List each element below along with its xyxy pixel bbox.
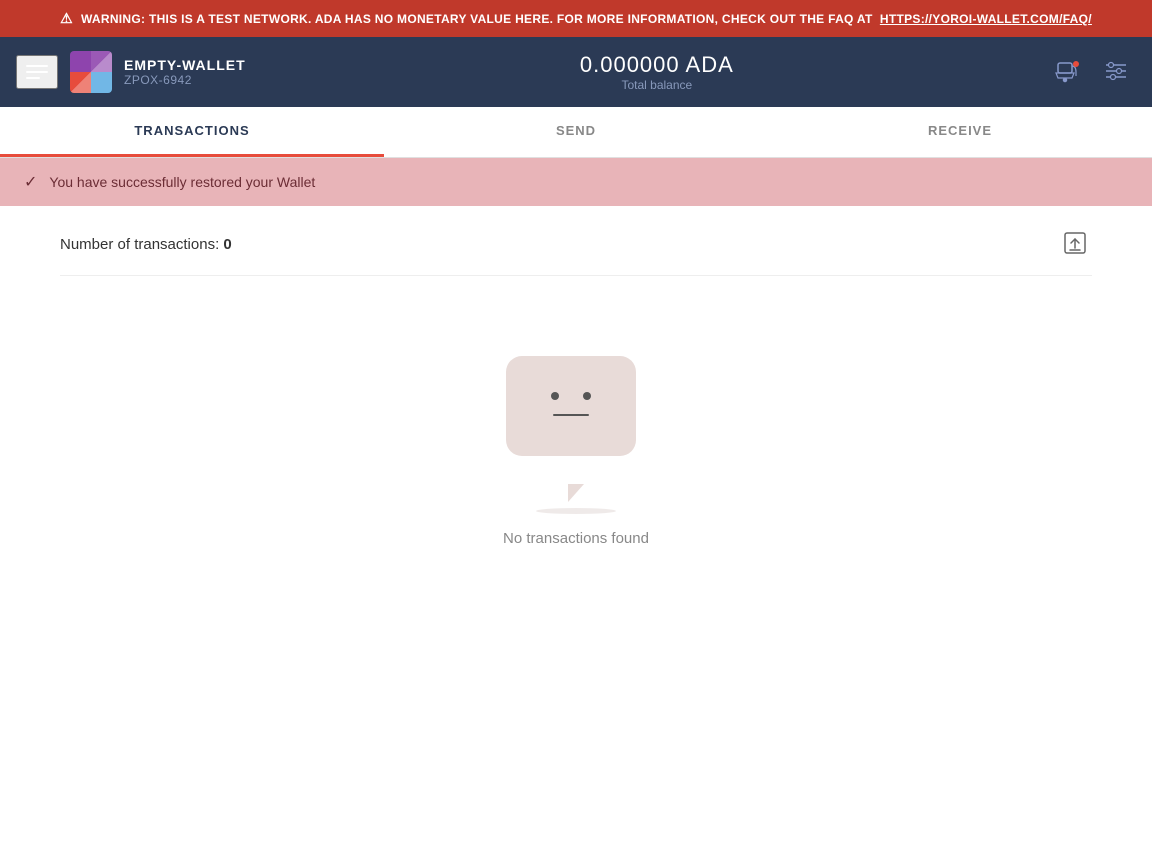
bell-icon	[1054, 58, 1082, 86]
balance-label: Total balance	[621, 78, 692, 92]
tab-receive[interactable]: RECEIVE	[768, 107, 1152, 157]
filter-icon	[1102, 57, 1130, 85]
notifications-button[interactable]	[1048, 52, 1088, 92]
bubble-shadow	[536, 508, 616, 514]
check-icon: ✓	[24, 172, 37, 192]
empty-label: No transactions found	[503, 530, 649, 547]
success-banner: ✓ You have successfully restored your Wa…	[0, 158, 1152, 206]
empty-illustration	[506, 356, 646, 486]
warning-link[interactable]: HTTPS://YOROI-WALLET.COM/FAQ/	[880, 12, 1092, 26]
wallet-info: EMPTY-WALLET ZPOX-6942	[124, 57, 246, 87]
bubble-eyes	[551, 392, 591, 400]
export-icon	[1062, 230, 1088, 256]
warning-bar: ⚠ WARNING: THIS IS A TEST NETWORK. ADA H…	[0, 0, 1152, 37]
speech-bubble	[506, 356, 636, 456]
success-message: You have successfully restored your Wall…	[49, 174, 315, 190]
bubble-mouth	[553, 414, 589, 416]
filter-settings-button[interactable]	[1096, 51, 1136, 94]
hamburger-line-2	[26, 71, 48, 73]
hamburger-line-1	[26, 65, 48, 67]
transactions-count-text: Number of transactions: 0	[60, 236, 232, 253]
bubble-eye-right	[583, 392, 591, 400]
balance-amount: 0.000000 ADA	[580, 52, 734, 78]
content-area: Number of transactions: 0 No	[0, 206, 1152, 607]
warning-icon: ⚠	[60, 10, 73, 27]
header-actions	[1048, 51, 1136, 94]
balance-section: 0.000000 ADA Total balance	[266, 52, 1048, 92]
tab-bar: TRANSACTIONS SEND RECEIVE	[0, 107, 1152, 158]
bubble-tail	[568, 484, 584, 502]
empty-state: No transactions found	[60, 276, 1092, 587]
export-button[interactable]	[1058, 226, 1092, 263]
bubble-eye-left	[551, 392, 559, 400]
wallet-id: ZPOX-6942	[124, 73, 246, 87]
sidebar-toggle-button[interactable]	[16, 55, 58, 89]
header: EMPTY-WALLET ZPOX-6942 0.000000 ADA Tota…	[0, 37, 1152, 107]
wallet-name: EMPTY-WALLET	[124, 57, 246, 73]
transactions-header: Number of transactions: 0	[60, 226, 1092, 276]
wallet-avatar	[70, 51, 112, 93]
warning-text: WARNING: THIS IS A TEST NETWORK. ADA HAS…	[81, 12, 1092, 26]
tab-send[interactable]: SEND	[384, 107, 768, 157]
tab-transactions[interactable]: TRANSACTIONS	[0, 107, 384, 157]
hamburger-line-3	[26, 77, 40, 79]
transactions-count-number: 0	[223, 236, 231, 253]
